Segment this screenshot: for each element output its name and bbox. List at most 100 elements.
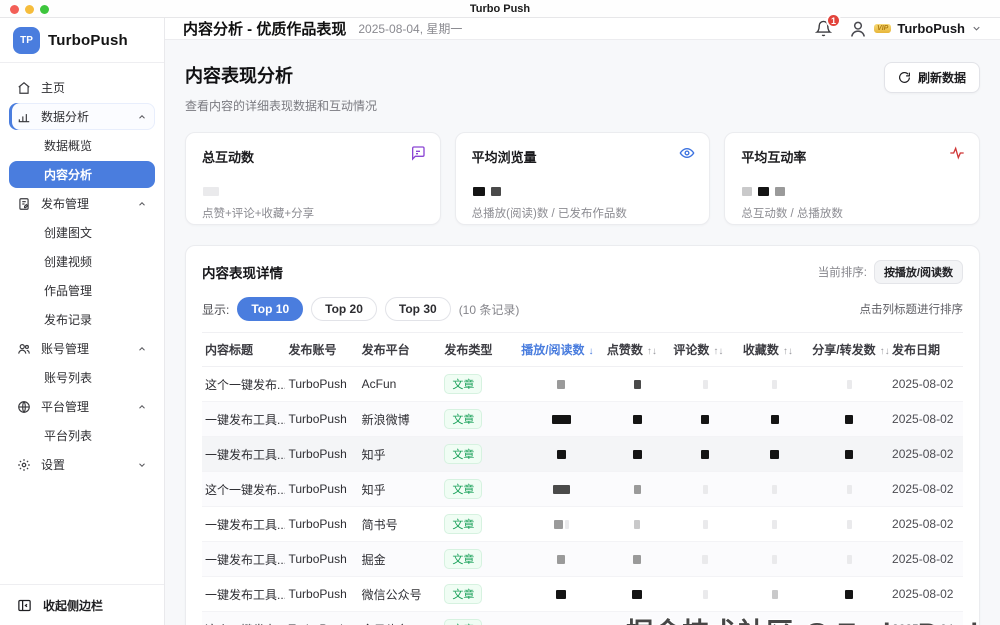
type-cell: 文章 bbox=[441, 612, 518, 625]
message-icon bbox=[410, 145, 426, 161]
sidebar-item[interactable]: 数据分析 bbox=[9, 103, 155, 130]
sidebar-item[interactable]: 账号管理 bbox=[9, 335, 155, 362]
column-header[interactable]: 内容标题 bbox=[202, 333, 285, 367]
current-sort: 当前排序: 按播放/阅读数 bbox=[818, 260, 963, 284]
window-controls[interactable] bbox=[10, 5, 49, 14]
type-badge: 文章 bbox=[444, 549, 482, 569]
redacted-value bbox=[491, 187, 501, 196]
close-window-button[interactable] bbox=[10, 5, 19, 14]
redacted-value bbox=[742, 187, 752, 196]
table-row[interactable]: 一键发布工具...TurboPush微信公众号文章2025-08-02 bbox=[202, 577, 963, 612]
sidebar-item[interactable]: 账号列表 bbox=[9, 364, 155, 391]
table-row[interactable]: 一键发布工具...TurboPush新浪微博文章2025-08-02 bbox=[202, 402, 963, 437]
redacted-value bbox=[565, 520, 569, 529]
user-menu[interactable]: VIP TurboPush bbox=[848, 19, 982, 39]
brand-logo: TP bbox=[13, 27, 40, 54]
page-subtitle: 查看内容的详细表现数据和互动情况 bbox=[185, 97, 377, 114]
home-icon bbox=[17, 80, 32, 95]
collapse-sidebar-icon bbox=[17, 598, 32, 613]
column-header[interactable]: 点赞数↑↓ bbox=[604, 333, 670, 367]
content-title-cell: 一键发布工具... bbox=[202, 507, 285, 542]
refresh-data-button[interactable]: 刷新数据 bbox=[884, 62, 980, 93]
platform-cell: 掘金 bbox=[359, 542, 442, 577]
platform-cell: 简书号 bbox=[359, 507, 442, 542]
notifications-button[interactable]: 1 bbox=[815, 20, 832, 37]
column-header[interactable]: 发布账号 bbox=[285, 333, 358, 367]
sidebar-item-label: 发布记录 bbox=[44, 311, 92, 328]
sidebar-item[interactable]: 主页 bbox=[9, 74, 155, 101]
sidebar-item[interactable]: 发布记录 bbox=[9, 306, 155, 333]
column-header[interactable]: 发布平台 bbox=[359, 333, 442, 367]
metric-cell-redacted bbox=[518, 577, 604, 612]
table-row[interactable]: 这个一键发布...TurboPush今日头条文章2025-08-04 bbox=[202, 612, 963, 625]
table-row[interactable]: 这个一键发布...TurboPush知乎文章2025-08-02 bbox=[202, 472, 963, 507]
chevron-down-icon bbox=[137, 460, 147, 470]
sidebar-item[interactable]: 平台列表 bbox=[9, 422, 155, 449]
redacted-value bbox=[847, 520, 852, 529]
sidebar-item[interactable]: 内容分析 bbox=[9, 161, 155, 188]
metric-cell-redacted bbox=[518, 437, 604, 472]
column-header-label: 评论数 bbox=[673, 343, 709, 357]
account-cell: TurboPush bbox=[285, 612, 358, 625]
table-row[interactable]: 一键发布工具...TurboPush掘金文章2025-08-02 bbox=[202, 542, 963, 577]
column-header[interactable]: 发布日期 bbox=[889, 333, 963, 367]
collapse-sidebar-button[interactable]: 收起侧边栏 bbox=[0, 584, 164, 625]
sidebar-item[interactable]: 数据概览 bbox=[9, 132, 155, 159]
type-cell: 文章 bbox=[441, 507, 518, 542]
metric-cell-redacted bbox=[518, 542, 604, 577]
redacted-value bbox=[770, 450, 779, 459]
sidebar-item-label: 账号列表 bbox=[44, 369, 92, 386]
sidebar-item[interactable]: 作品管理 bbox=[9, 277, 155, 304]
metric-cell-redacted bbox=[604, 577, 670, 612]
type-cell: 文章 bbox=[441, 472, 518, 507]
table-body: 这个一键发布...TurboPushAcFun文章2025-08-02一键发布工… bbox=[202, 367, 963, 625]
sort-label: 当前排序: bbox=[818, 264, 867, 280]
sidebar-item[interactable]: 平台管理 bbox=[9, 393, 155, 420]
sidebar-item[interactable]: 发布管理 bbox=[9, 190, 155, 217]
table-row[interactable]: 一键发布工具...TurboPush简书号文章2025-08-02 bbox=[202, 507, 963, 542]
doc-icon bbox=[17, 196, 32, 211]
sidebar-item[interactable]: 创建视频 bbox=[9, 248, 155, 275]
column-header[interactable]: 收藏数↑↓ bbox=[740, 333, 809, 367]
column-header-label: 播放/阅读数 bbox=[521, 343, 584, 357]
minimize-window-button[interactable] bbox=[25, 5, 34, 14]
platform-cell: 知乎 bbox=[359, 437, 442, 472]
metric-cell-redacted bbox=[809, 472, 889, 507]
publish-date-cell: 2025-08-04 bbox=[889, 612, 963, 625]
column-header-label: 发布日期 bbox=[892, 343, 940, 357]
content-title-cell: 这个一键发布... bbox=[202, 472, 285, 507]
stat-caption: 总互动数 / 总播放数 bbox=[741, 205, 963, 221]
refresh-icon bbox=[898, 71, 911, 84]
column-header[interactable]: 评论数↑↓ bbox=[670, 333, 739, 367]
sidebar-item[interactable]: 设置 bbox=[9, 451, 155, 478]
column-header[interactable]: 播放/阅读数 ↓ bbox=[518, 333, 604, 367]
filter-button-top-30[interactable]: Top 30 bbox=[385, 297, 451, 321]
column-header-label: 收藏数 bbox=[743, 343, 779, 357]
column-header[interactable]: 分享/转发数↑↓ bbox=[809, 333, 889, 367]
table-row[interactable]: 这个一键发布...TurboPushAcFun文章2025-08-02 bbox=[202, 367, 963, 402]
stat-card-total-interactions: 总互动数 点赞+评论+收藏+分享 bbox=[185, 132, 441, 225]
sort-desc-icon: ↓ bbox=[589, 346, 594, 357]
table-controls: 显示: Top 10Top 20Top 30 (10 条记录) 点击列标题进行排… bbox=[202, 297, 963, 321]
content-table: 内容标题发布账号发布平台发布类型播放/阅读数 ↓ 点赞数↑↓评论数↑↓收藏数↑↓分享… bbox=[202, 332, 963, 625]
chevron-up-icon bbox=[137, 199, 147, 209]
table-row[interactable]: 一键发布工具...TurboPush知乎文章2025-08-02 bbox=[202, 437, 963, 472]
metric-cell-redacted bbox=[518, 612, 604, 625]
column-header[interactable]: 发布类型 bbox=[441, 333, 518, 367]
redacted-value bbox=[634, 520, 640, 529]
sort-value-chip[interactable]: 按播放/阅读数 bbox=[874, 260, 963, 284]
sidebar-item-label: 内容分析 bbox=[44, 166, 92, 183]
metric-cell-redacted bbox=[670, 367, 739, 402]
publish-date-cell: 2025-08-02 bbox=[889, 577, 963, 612]
redacted-value bbox=[703, 590, 708, 599]
redacted-value bbox=[772, 520, 777, 529]
publish-date-cell: 2025-08-02 bbox=[889, 437, 963, 472]
zoom-window-button[interactable] bbox=[40, 5, 49, 14]
platform-cell: 今日头条 bbox=[359, 612, 442, 625]
redacted-value bbox=[703, 485, 708, 494]
sidebar-item[interactable]: 创建图文 bbox=[9, 219, 155, 246]
stats-row: 总互动数 点赞+评论+收藏+分享 平均浏览量 bbox=[185, 132, 980, 225]
filter-button-top-10[interactable]: Top 10 bbox=[237, 297, 303, 321]
filter-button-top-20[interactable]: Top 20 bbox=[311, 297, 377, 321]
sidebar: TP TurboPush 主页数据分析数据概览内容分析发布管理创建图文创建视频作… bbox=[0, 18, 165, 625]
